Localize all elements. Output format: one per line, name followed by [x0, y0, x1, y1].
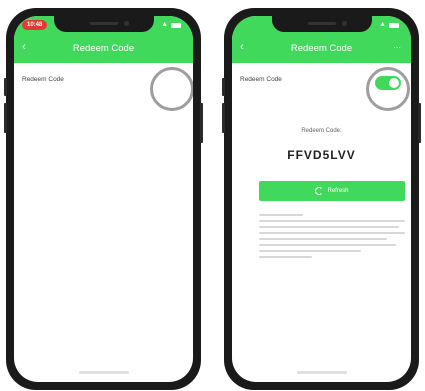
volume-button: [222, 78, 225, 96]
phone-frame-left: 10:48 ▲ ‹ Redeem Code Redeem Code: [4, 8, 203, 390]
speaker-grille: [89, 22, 118, 25]
more-icon[interactable]: ⋯: [393, 44, 401, 52]
code-caption: Redeem Code:: [301, 128, 342, 134]
highlight-ring: [150, 67, 193, 111]
battery-icon: [171, 22, 181, 28]
phone-notch: [53, 16, 154, 32]
instructions-text: [259, 214, 405, 262]
phone-notch: [271, 16, 372, 32]
refresh-button[interactable]: Refresh: [259, 181, 405, 201]
volume-button: [4, 103, 7, 133]
status-icons: ▲: [161, 21, 181, 29]
power-button: [418, 103, 421, 143]
redeem-code-label: Redeem Code: [22, 76, 64, 83]
redeem-code-value: FFVD5LVV: [287, 148, 356, 162]
screen-right: ▲ ‹ Redeem Code ⋯ Redeem Code Redeem Cod…: [232, 16, 411, 382]
page-title: Redeem Code: [72, 43, 135, 54]
home-indicator: [78, 371, 129, 374]
screen-left: 10:48 ▲ ‹ Redeem Code Redeem Code: [14, 16, 193, 382]
redeem-code-label: Redeem Code: [240, 76, 282, 83]
volume-button: [4, 78, 7, 96]
refresh-button-label: Refresh: [327, 188, 349, 194]
home-indicator: [296, 371, 347, 374]
wifi-icon: ▲: [161, 21, 168, 28]
phone-frame-right: ▲ ‹ Redeem Code ⋯ Redeem Code Redeem Cod…: [222, 8, 421, 390]
highlight-ring: [366, 67, 410, 111]
wifi-icon: ▲: [379, 21, 386, 28]
status-icons: ▲: [379, 21, 399, 29]
status-time: 10:48: [22, 20, 48, 30]
speaker-grille: [307, 22, 336, 25]
refresh-icon: [315, 187, 324, 195]
power-button: [200, 103, 203, 143]
battery-icon: [389, 22, 399, 28]
volume-button: [222, 103, 225, 133]
camera-icon: [341, 21, 347, 26]
camera-icon: [123, 21, 129, 26]
page-title: Redeem Code: [290, 43, 353, 54]
